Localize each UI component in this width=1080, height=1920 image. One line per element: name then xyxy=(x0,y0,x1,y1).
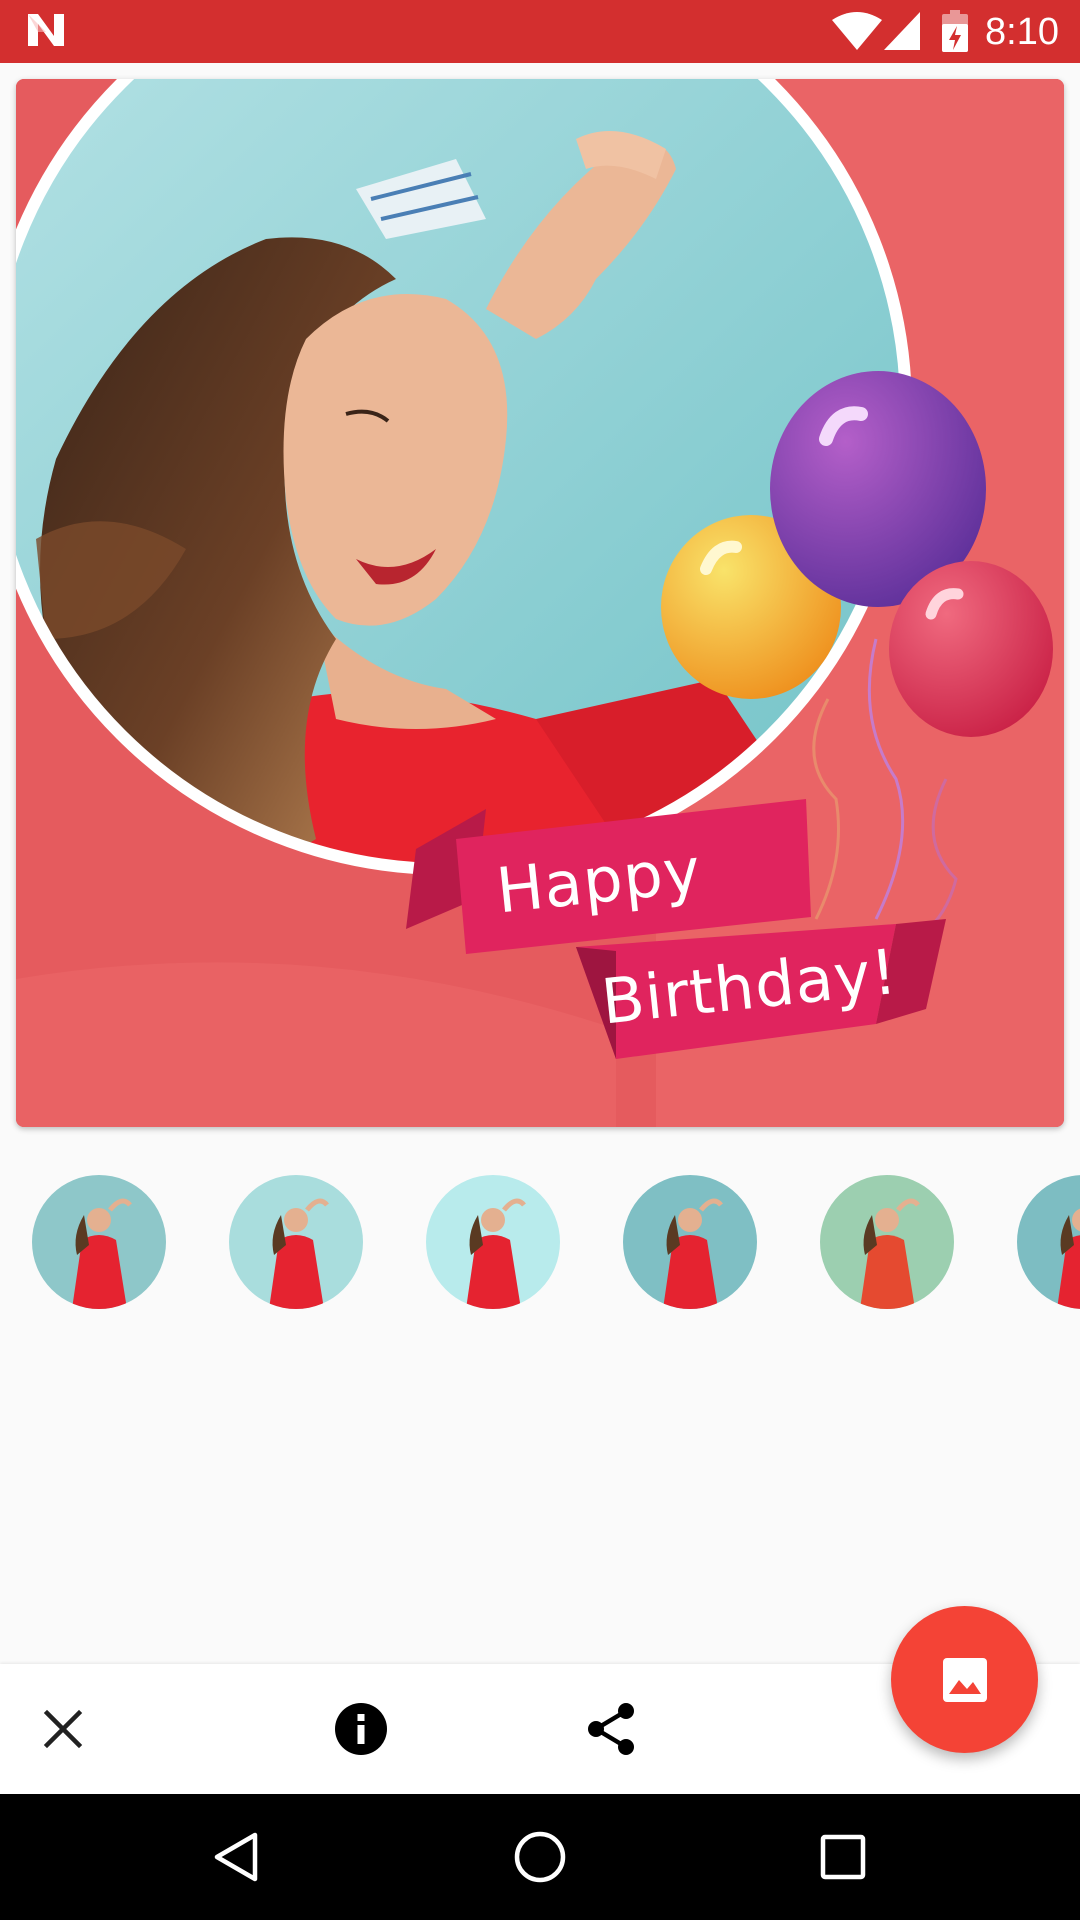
n-logo-icon xyxy=(28,14,64,46)
system-navigation-bar xyxy=(0,1794,1080,1920)
image-icon xyxy=(942,1657,987,1702)
back-button[interactable] xyxy=(196,1817,276,1897)
thumbnail-3[interactable] xyxy=(426,1175,560,1309)
thumbnail-1[interactable] xyxy=(32,1175,166,1309)
red-balloon xyxy=(889,561,1053,737)
frame-preview[interactable]: Happy Birthday! xyxy=(16,79,1064,1127)
recents-icon xyxy=(820,1834,866,1880)
status-bar: 8:10 xyxy=(0,0,1080,63)
home-button[interactable] xyxy=(500,1817,580,1897)
recents-button[interactable] xyxy=(803,1817,883,1897)
wifi-icon xyxy=(832,12,882,50)
back-icon xyxy=(214,1832,258,1882)
home-icon xyxy=(514,1831,566,1883)
close-icon xyxy=(43,1709,83,1749)
info-icon xyxy=(335,1703,387,1755)
thumbnail-5[interactable] xyxy=(820,1175,954,1309)
thumbnail-4[interactable] xyxy=(623,1175,757,1309)
frame-thumbnail-strip[interactable] xyxy=(0,1175,1080,1309)
battery-charging-icon xyxy=(942,10,968,52)
thumbnail-6[interactable] xyxy=(1017,1175,1080,1309)
info-button[interactable] xyxy=(321,1689,401,1769)
share-icon xyxy=(588,1703,634,1755)
close-button[interactable] xyxy=(23,1689,103,1769)
thumbnail-2[interactable] xyxy=(229,1175,363,1309)
share-button[interactable] xyxy=(571,1689,651,1769)
clock: 8:10 xyxy=(985,11,1059,53)
signal-icon xyxy=(884,12,920,50)
choose-photo-fab[interactable] xyxy=(891,1606,1038,1753)
